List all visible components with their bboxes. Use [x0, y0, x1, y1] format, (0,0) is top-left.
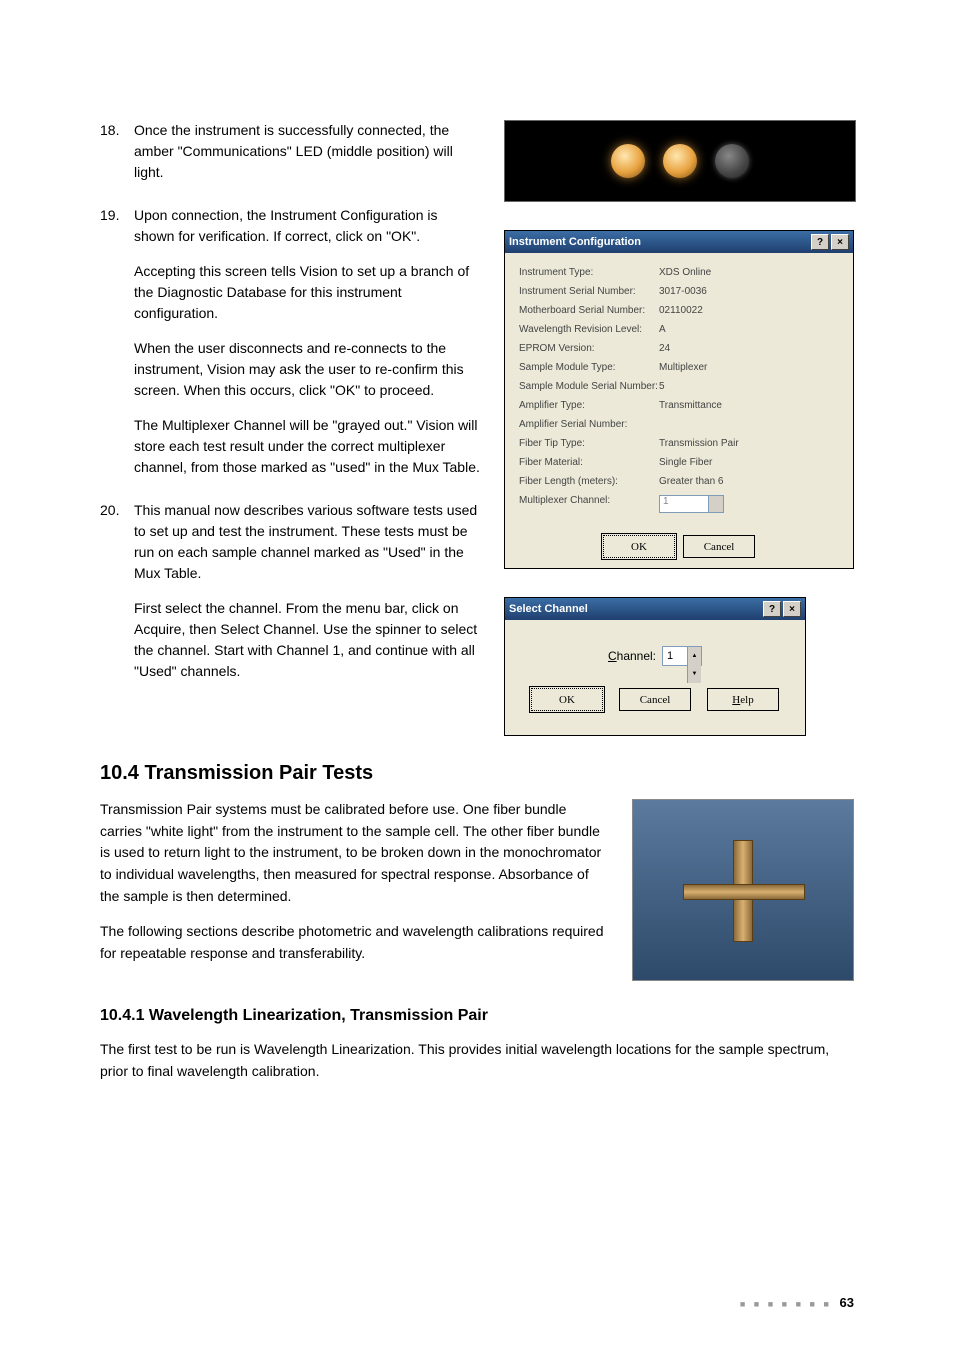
step-number: 18. [100, 120, 134, 183]
cfg-value: 5 [659, 381, 665, 392]
cfg-value: 02110022 [659, 305, 703, 316]
step-text: When the user disconnects and re-connect… [134, 338, 480, 401]
multiplexer-channel-combo: 1 [659, 495, 724, 513]
cfg-label: Fiber Tip Type: [519, 438, 659, 449]
close-title-button[interactable]: × [831, 234, 849, 250]
cfg-label: EPROM Version: [519, 343, 659, 354]
transmission-pair-photo [632, 799, 854, 981]
footer-dots-icon: ■ ■ ■ ■ ■ ■ ■ [740, 1299, 832, 1309]
help-title-button[interactable]: ? [811, 234, 829, 250]
instrument-configuration-dialog: Instrument Configuration ? × Instrument … [504, 230, 854, 569]
cfg-label: Instrument Serial Number: [519, 286, 659, 297]
cfg-value: Multiplexer [659, 362, 707, 373]
help-title-button[interactable]: ? [763, 601, 781, 617]
led-status-icon [715, 144, 749, 178]
cfg-label: Wavelength Revision Level: [519, 324, 659, 335]
ok-button[interactable]: OK [531, 688, 603, 711]
step-text: This manual now describes various softwa… [134, 500, 480, 584]
page-number: 63 [840, 1295, 854, 1310]
cfg-label: Motherboard Serial Number: [519, 305, 659, 316]
cfg-label: Fiber Length (meters): [519, 476, 659, 487]
subsection-heading: 10.4.1 Wavelength Linearization, Transmi… [100, 1007, 854, 1025]
cfg-value: Single Fiber [659, 457, 712, 468]
channel-value: 1 [667, 650, 673, 662]
channel-spinner[interactable]: 1 ▲▼ [662, 646, 702, 666]
cancel-button[interactable]: Cancel [683, 535, 755, 558]
step-20: 20. This manual now describes various so… [100, 500, 480, 682]
section-paragraph: The first test to be run is Wavelength L… [100, 1039, 854, 1082]
led-comm-icon [663, 144, 697, 178]
step-18: 18. Once the instrument is successfully … [100, 120, 480, 183]
cfg-value: Greater than 6 [659, 476, 723, 487]
cfg-label: Amplifier Type: [519, 400, 659, 411]
channel-label: Channel: [608, 649, 656, 663]
dialog-title: Select Channel [509, 603, 588, 615]
close-title-button[interactable]: × [783, 601, 801, 617]
cfg-value: A [659, 324, 666, 335]
section-heading: 10.4 Transmission Pair Tests [100, 762, 854, 785]
step-text: Once the instrument is successfully conn… [134, 120, 480, 183]
cfg-value: Transmittance [659, 400, 722, 411]
step-text: The Multiplexer Channel will be "grayed … [134, 415, 480, 478]
cfg-value: XDS Online [659, 267, 711, 278]
titlebar: Instrument Configuration ? × [505, 231, 853, 253]
cfg-label: Multiplexer Channel: [519, 495, 659, 513]
step-number: 19. [100, 205, 134, 478]
titlebar: Select Channel ? × [505, 598, 805, 620]
step-19: 19. Upon connection, the Instrument Conf… [100, 205, 480, 478]
page-footer: ■ ■ ■ ■ ■ ■ ■ 63 [740, 1295, 854, 1310]
cancel-button[interactable]: Cancel [619, 688, 691, 711]
ok-button[interactable]: OK [603, 535, 675, 558]
cfg-label: Fiber Material: [519, 457, 659, 468]
section-paragraph: The following sections describe photomet… [100, 921, 608, 964]
step-text: Upon connection, the Instrument Configur… [134, 205, 480, 247]
step-number: 20. [100, 500, 134, 682]
cfg-label: Sample Module Type: [519, 362, 659, 373]
spinner-down-icon[interactable]: ▼ [687, 665, 701, 683]
cfg-value: Transmission Pair [659, 438, 739, 449]
spinner-up-icon[interactable]: ▲ [687, 647, 701, 665]
help-button[interactable]: Help [707, 688, 779, 711]
led-strip-figure [504, 120, 856, 202]
cfg-label: Instrument Type: [519, 267, 659, 278]
cfg-value: 24 [659, 343, 670, 354]
cfg-label: Sample Module Serial Number: [519, 381, 659, 392]
dialog-title: Instrument Configuration [509, 236, 641, 248]
step-text: First select the channel. From the menu … [134, 598, 480, 682]
select-channel-dialog: Select Channel ? × Channel: 1 ▲▼ OK [504, 597, 806, 736]
cfg-value: 3017-0036 [659, 286, 707, 297]
step-text: Accepting this screen tells Vision to se… [134, 261, 480, 324]
cfg-label: Amplifier Serial Number: [519, 419, 659, 430]
section-paragraph: Transmission Pair systems must be calibr… [100, 799, 608, 907]
led-power-icon [611, 144, 645, 178]
